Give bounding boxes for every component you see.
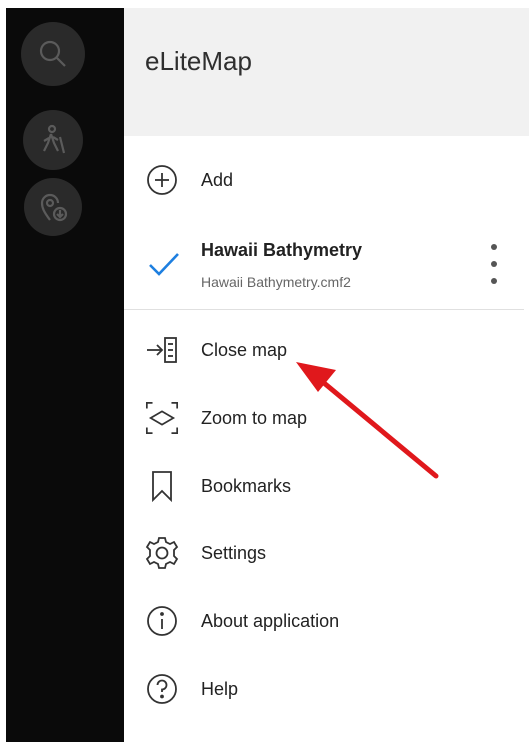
menu-item-close-map[interactable]: Close map (124, 330, 529, 370)
menu-item-label: About application (201, 611, 340, 631)
pedestrian-button[interactable] (23, 110, 83, 170)
menu-item-label: Settings (201, 543, 267, 563)
search-button[interactable] (21, 22, 85, 86)
map-backdrop[interactable] (0, 0, 124, 742)
menu-item-zoom-to-map[interactable]: Zoom to map (124, 398, 529, 438)
menu-item-settings[interactable]: Settings (124, 533, 529, 573)
info-icon (144, 603, 180, 639)
menu-item-about[interactable]: About application (124, 601, 529, 641)
help-icon (144, 671, 180, 707)
location-download-button[interactable] (24, 178, 82, 236)
map-filename: Hawaii Bathymetry.cmf2 (201, 274, 351, 290)
menu-item-label: Add (201, 170, 234, 190)
menu-item-help[interactable]: Help (124, 669, 529, 709)
menu-item-add[interactable]: Add (124, 160, 529, 200)
top-edge (0, 0, 124, 8)
menu-item-label: Close map (201, 340, 288, 360)
location-download-icon (40, 193, 68, 222)
menu-item-bookmarks[interactable]: Bookmarks (124, 466, 529, 506)
navigation-drawer: eLiteMap Add Hawaii Bathymetry Hawaii Ba… (124, 0, 529, 742)
menu-item-label: Bookmarks (201, 476, 292, 496)
close-map-icon (144, 332, 180, 368)
more-vertical-icon[interactable] (484, 244, 504, 284)
drawer-header: eLiteMap (124, 8, 529, 136)
left-edge (0, 0, 6, 742)
menu-item-label: Help (201, 679, 239, 699)
map-title: Hawaii Bathymetry (201, 240, 363, 260)
divider (124, 309, 524, 310)
app-title: eLiteMap (145, 46, 252, 76)
settings-icon (144, 535, 180, 571)
plus-circle-icon (144, 162, 180, 198)
pedestrian-icon (43, 124, 66, 154)
zoom-to-map-icon (144, 400, 180, 436)
checkmark-icon (146, 246, 182, 282)
search-icon (39, 40, 66, 67)
bookmark-icon (144, 468, 180, 504)
menu-item-label: Zoom to map (201, 408, 308, 428)
